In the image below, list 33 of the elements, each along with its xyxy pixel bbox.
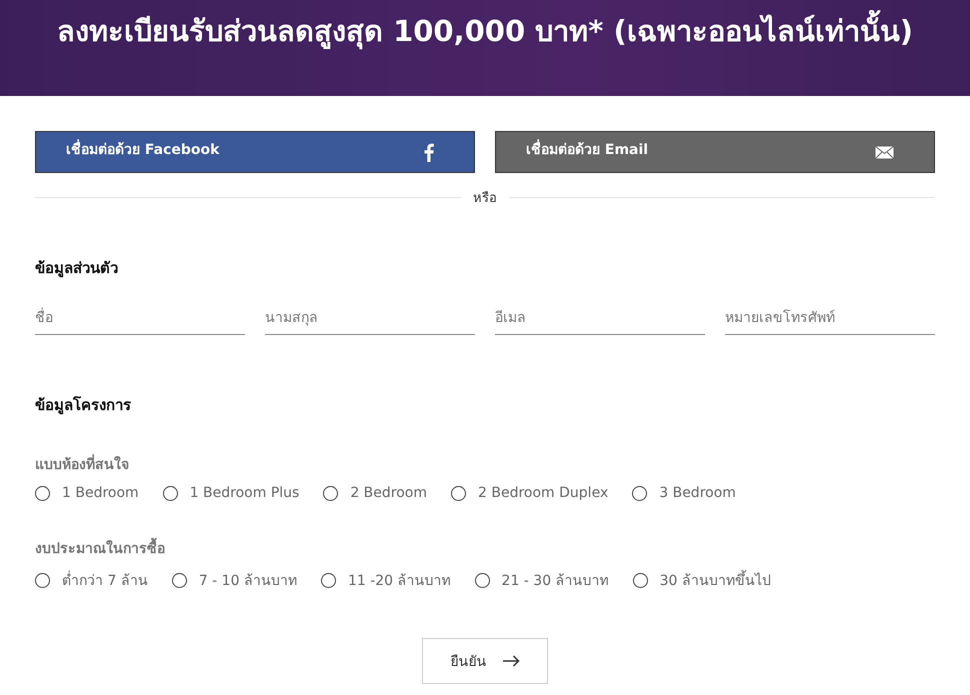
radio-button[interactable] [35,486,50,500]
option-label[interactable]: 7 - 10 ล้านบาท [198,569,297,591]
facebook-connect-button[interactable]: เชื่อมต่อด้วย Facebook [35,131,475,173]
radio-button[interactable] [35,572,50,588]
option-label[interactable]: 21 - 30 ล้านบาท [502,569,609,591]
facebook-icon [424,142,434,162]
option-label[interactable]: 3 Bedroom [659,485,736,501]
option-label[interactable]: 1 Bedroom [62,485,139,501]
section-heading: ข้อมูลโครงการ [35,395,132,416]
radio-button[interactable] [451,486,466,500]
radio-button[interactable] [172,572,187,588]
option-label[interactable]: 11 -20 ล้านบาท [348,569,451,591]
radio-button[interactable] [632,486,648,500]
option-label[interactable]: 2 Bedroom Duplex [478,485,608,501]
option-label[interactable]: ต่ำกว่า 7 ล้าน [62,569,148,591]
divider-label: หรือ [473,190,497,208]
section-heading: ข้อมูลส่วนตัว [35,258,119,280]
submit-button[interactable]: ยืนยัน [422,638,548,684]
radio-button[interactable] [162,486,178,500]
option-label[interactable]: 2 Bedroom [350,485,428,501]
text-field[interactable]: ชื่อ [35,306,245,335]
email-connect-button[interactable]: เชื่อมต่อด้วย Email [495,131,935,173]
radio-button[interactable] [632,572,648,588]
arrow-right-icon [502,655,520,667]
radio-button[interactable] [320,572,336,588]
radio-button[interactable] [474,572,490,588]
option-label[interactable]: 30 ล้านบาทขึ้นไป [660,569,771,591]
radio-button[interactable] [323,486,338,500]
envelope-icon [875,146,894,158]
page-title: ลงทะเบียนรับส่วนลดสูงสุด 100,000 บาท* (เฉพาะออนไลน์เท่านั้น) [56,8,914,96]
group-label: แบบห้องที่สนใจ [35,453,935,475]
group-label: งบประมาณในการซื้อ [35,537,935,559]
option-label[interactable]: 1 Bedroom Plus [190,485,300,501]
